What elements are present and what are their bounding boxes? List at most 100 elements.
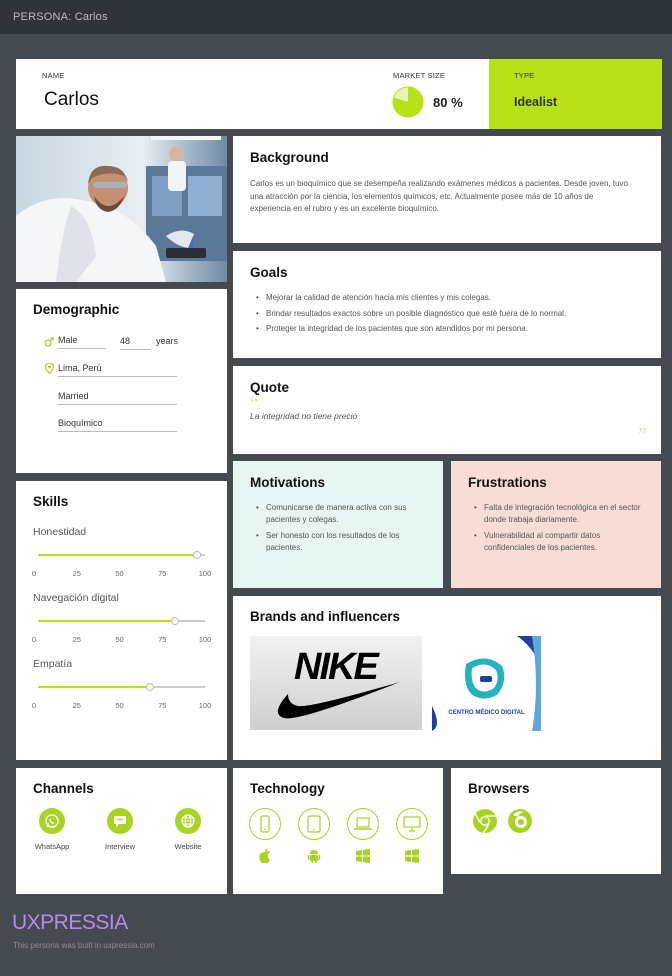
persona-title: PERSONA: Carlos: [13, 11, 108, 23]
brands-card: Brands and influencers NIKE CENTRO MÉDIC…: [233, 596, 661, 760]
skills-card: Skills Honestidad 0 25 50 75 100 Navegación di…: [16, 481, 227, 760]
skill-name: Honestidad: [33, 526, 87, 538]
skill-slider[interactable]: [38, 682, 205, 691]
demographic-card: Demographic Male 48 years Lima, Perú Mar…: [16, 289, 227, 473]
age-unit: years: [156, 336, 179, 346]
skill-name: Empatía: [33, 658, 73, 670]
skill-slider[interactable]: [38, 616, 205, 625]
frustrations-title: Frustrations: [468, 475, 547, 490]
frustrations-card: Frustrations Falta de integración tecnol…: [451, 461, 661, 588]
scale-tick-label: 0: [31, 701, 37, 710]
brands-title: Brands and influencers: [250, 609, 401, 624]
scale-tick-label: 100: [198, 701, 212, 710]
scale-tick-label: 25: [72, 701, 81, 710]
android-icon: [305, 847, 323, 865]
age-field: 48: [120, 336, 151, 350]
scale-tick-label: 100: [198, 635, 212, 644]
scale-tick-label: 50: [115, 569, 124, 578]
scale-tick-label: 75: [158, 569, 167, 578]
skill-slider-fill: [38, 553, 197, 556]
windows-icon: [403, 847, 421, 865]
globe-icon: [175, 808, 201, 834]
laptop-icon: [347, 808, 379, 840]
technology-title: Technology: [250, 781, 325, 796]
chat-icon: [107, 808, 133, 834]
nike-logo[interactable]: NIKE: [250, 636, 422, 730]
background-title: Background: [250, 150, 329, 165]
channel-website[interactable]: Website: [163, 808, 213, 851]
skill-slider-fill: [38, 685, 150, 688]
motivations-list: Comunicarse de manera activa con sus pac…: [250, 502, 430, 557]
goals-card: Goals Mejorar la calidad de atención hac…: [233, 251, 661, 358]
list-item: Brindar resultados exactos sobre un posi…: [250, 308, 650, 320]
whatsapp-icon: [39, 808, 65, 834]
footer-note: This persona was built in uxpressia.com: [13, 941, 155, 950]
smartphone-icon: [249, 808, 281, 840]
list-item: Comunicarse de manera activa con sus pac…: [250, 502, 430, 526]
channel-label: WhatsApp: [34, 842, 70, 851]
centro-medico-logo[interactable]: CENTRO MÉDICO DIGITAL: [432, 636, 541, 731]
uxpressia-logo[interactable]: UXPRESSIA: [12, 911, 128, 935]
motivations-title: Motivations: [250, 475, 326, 490]
male-icon: [44, 337, 54, 347]
channels-card: Channels WhatsApp Interview Website: [16, 768, 227, 894]
tablet-icon: [298, 808, 330, 840]
market-size-value: 80 %: [433, 95, 463, 110]
demographic-title: Demographic: [33, 302, 120, 317]
scale-tick-label: 75: [158, 701, 167, 710]
background-text: Carlos es un bioquímico que se desempeña…: [250, 179, 628, 213]
scale-tick-label: 100: [198, 569, 212, 578]
quote-text: La integridad no tiene precio: [250, 411, 358, 421]
motivations-card: Motivations Comunicarse de manera activa…: [233, 461, 443, 588]
channel-whatsapp[interactable]: WhatsApp: [27, 808, 77, 851]
marital-status-field: Married: [58, 391, 177, 405]
technology-card: Technology: [233, 768, 443, 894]
scale-tick-label: 0: [31, 569, 37, 578]
location-field: Lima, Perú: [58, 363, 177, 377]
channel-label: Interview: [104, 842, 135, 851]
channel-interview[interactable]: Interview: [95, 808, 145, 851]
scale-tick-label: 50: [115, 635, 124, 644]
background-card: Background Carlos es un bioquímico que s…: [233, 136, 661, 243]
header-card: NAME Carlos MARKET SIZE 80 % TYPE Ideali…: [16, 59, 662, 129]
skill-slider[interactable]: [38, 550, 205, 559]
persona-name: Carlos: [44, 89, 99, 110]
scale-tick-label: 25: [72, 635, 81, 644]
scale-tick-label: 50: [115, 701, 124, 710]
skill-slider-handle[interactable]: [192, 550, 201, 559]
persona-photo: [16, 136, 227, 282]
gender-field: Male: [58, 335, 106, 349]
firefox-icon: [508, 809, 532, 833]
list-item: Proteger la integridad de los pacientes …: [250, 323, 650, 335]
apple-icon: [256, 847, 274, 865]
name-label: NAME: [42, 71, 65, 80]
channel-label: Website: [174, 842, 202, 851]
scale-tick-label: 0: [31, 635, 37, 644]
occupation-field: Bioquímico: [58, 418, 177, 432]
skill-slider-handle[interactable]: [145, 682, 154, 691]
goals-list: Mejorar la calidad de atención hacia mis…: [250, 292, 650, 339]
top-bar: PERSONA: Carlos: [0, 0, 672, 34]
market-size-pie: [392, 86, 424, 118]
skills-title: Skills: [33, 494, 69, 509]
browsers-title: Browsers: [468, 781, 530, 796]
type-panel: TYPE Idealist: [489, 59, 662, 129]
list-item: Vulnerabilidad al compartir datos confid…: [468, 530, 653, 554]
list-item: Falta de integración tecnológica en el s…: [468, 502, 653, 526]
list-item: Ser honesto con los resultados de los pa…: [250, 530, 430, 554]
quote-card: Quote “ La integridad no tiene precio ”: [233, 366, 661, 454]
list-item: Mejorar la calidad de atención hacia mis…: [250, 292, 650, 304]
goals-title: Goals: [250, 265, 288, 280]
skill-name: Navegación digital: [33, 592, 119, 604]
market-size-label: MARKET SIZE: [393, 71, 446, 80]
clinic-name: CENTRO MÉDICO DIGITAL: [448, 710, 525, 716]
monitor-icon: [396, 808, 428, 840]
location-pin-icon: [45, 363, 54, 374]
clinic-emblem: [432, 636, 541, 731]
type-value: Idealist: [514, 95, 558, 109]
scale-tick-label: 75: [158, 635, 167, 644]
skill-slider-handle[interactable]: [170, 616, 179, 625]
scale-tick-label: 25: [72, 569, 81, 578]
chrome-icon: [473, 809, 497, 834]
frustrations-list: Falta de integración tecnológica en el s…: [468, 502, 653, 557]
